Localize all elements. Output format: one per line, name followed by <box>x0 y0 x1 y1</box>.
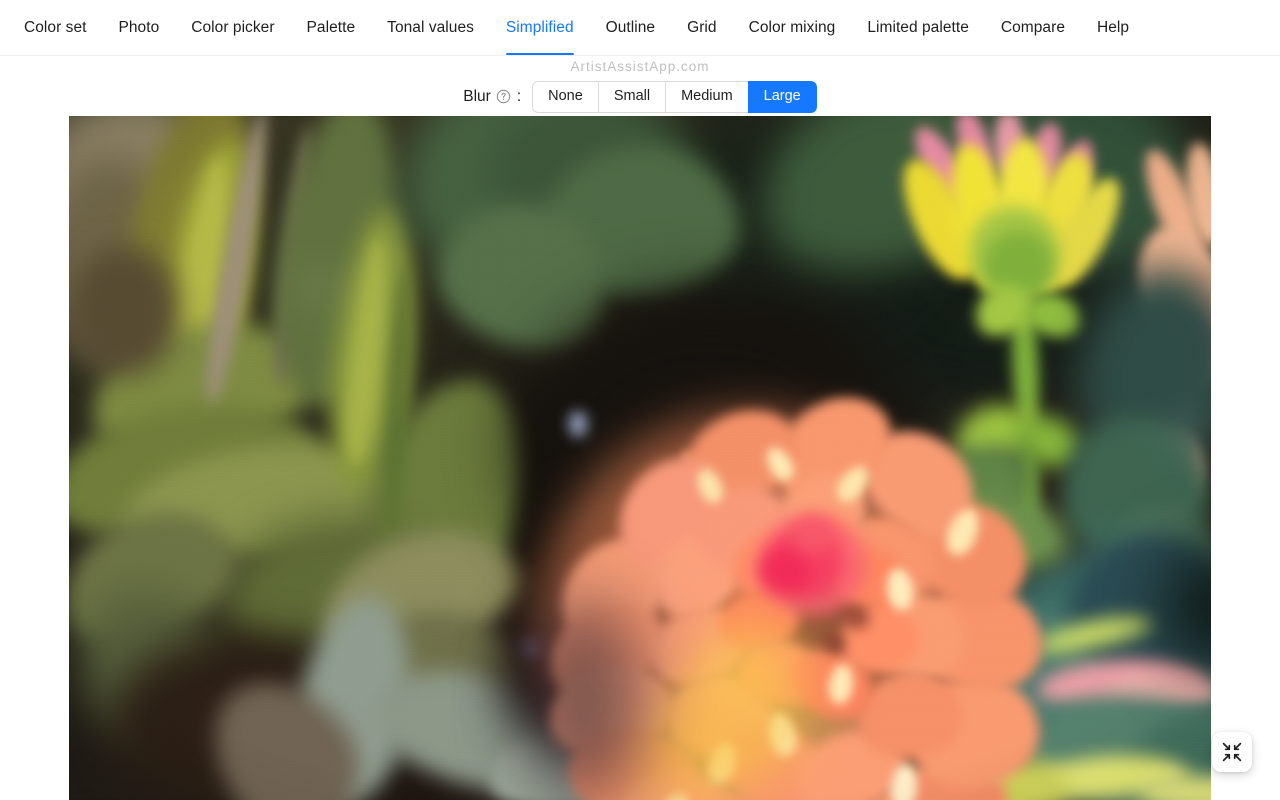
tab-photo[interactable]: Photo <box>102 0 175 55</box>
tab-color-picker[interactable]: Color picker <box>175 0 290 55</box>
question-circle-icon[interactable] <box>496 89 511 104</box>
blur-option-small[interactable]: Small <box>597 80 666 113</box>
blur-label-text: Blur <box>463 87 491 105</box>
blur-option-label: Medium <box>681 88 733 105</box>
blur-option-large[interactable]: Large <box>747 80 817 113</box>
tab-label: Outline <box>605 18 656 36</box>
tab-compare[interactable]: Compare <box>985 0 1081 55</box>
blur-option-label: None <box>548 88 583 105</box>
tab-label: Color mixing <box>748 18 836 36</box>
blur-option-none[interactable]: None <box>532 80 598 113</box>
tab-limited-palette[interactable]: Limited palette <box>851 0 985 55</box>
tab-label: Grid <box>687 18 717 36</box>
compress-arrows-icon <box>1222 742 1242 762</box>
bokeh-highlight <box>1174 416 1204 442</box>
flower-center-shadow <box>844 606 870 630</box>
tab-palette[interactable]: Palette <box>291 0 372 55</box>
tab-label: Photo <box>118 18 160 36</box>
blur-label: Blur : <box>463 88 521 106</box>
app-watermark: ArtistAssistApp.com <box>570 59 710 74</box>
photo-scene <box>69 116 1211 800</box>
tab-label: Color set <box>24 18 87 36</box>
app-root: Color set Photo Color picker Palette Ton… <box>0 0 1280 800</box>
blur-option-medium[interactable]: Medium <box>665 80 748 113</box>
soil-speck <box>569 411 587 437</box>
tab-grid[interactable]: Grid <box>671 0 732 55</box>
tab-simplified[interactable]: Simplified <box>490 0 590 55</box>
exit-fullscreen-button[interactable] <box>1212 732 1252 772</box>
tab-label: Compare <box>1000 18 1065 36</box>
tab-color-mixing[interactable]: Color mixing <box>733 0 852 55</box>
tab-outline[interactable]: Outline <box>590 0 671 55</box>
flower-edge-shadow <box>524 596 644 800</box>
blur-control-row: Blur : None Small Medium Large <box>0 77 1280 116</box>
tab-label: Palette <box>306 18 356 36</box>
main-tab-bar: Color set Photo Color picker Palette Ton… <box>0 0 1280 56</box>
petal-glow-yellow <box>697 616 807 706</box>
blur-label-colon: : <box>516 87 522 105</box>
watermark-row: ArtistAssistApp.com <box>0 56 1280 77</box>
tab-label: Help <box>1097 18 1130 36</box>
tab-label: Limited palette <box>867 18 969 36</box>
tab-color-set[interactable]: Color set <box>8 0 102 55</box>
tab-label: Simplified <box>505 18 574 36</box>
flower-center-red <box>791 514 835 554</box>
bokeh-highlight <box>309 276 331 298</box>
simplified-photo-canvas[interactable] <box>69 116 1211 800</box>
tab-label: Tonal values <box>387 18 474 36</box>
blur-option-label: Small <box>613 88 651 105</box>
flower-center-red <box>759 548 811 594</box>
flower-center-shadow <box>824 634 846 654</box>
bokeh-highlight <box>949 416 967 434</box>
tab-label: Color picker <box>191 18 275 36</box>
leaf-shadow <box>69 246 179 376</box>
blur-option-label: Large <box>763 88 801 105</box>
blur-segmented-control[interactable]: None Small Medium Large <box>532 80 817 113</box>
tab-tonal-values[interactable]: Tonal values <box>371 0 490 55</box>
tab-help[interactable]: Help <box>1081 0 1145 55</box>
